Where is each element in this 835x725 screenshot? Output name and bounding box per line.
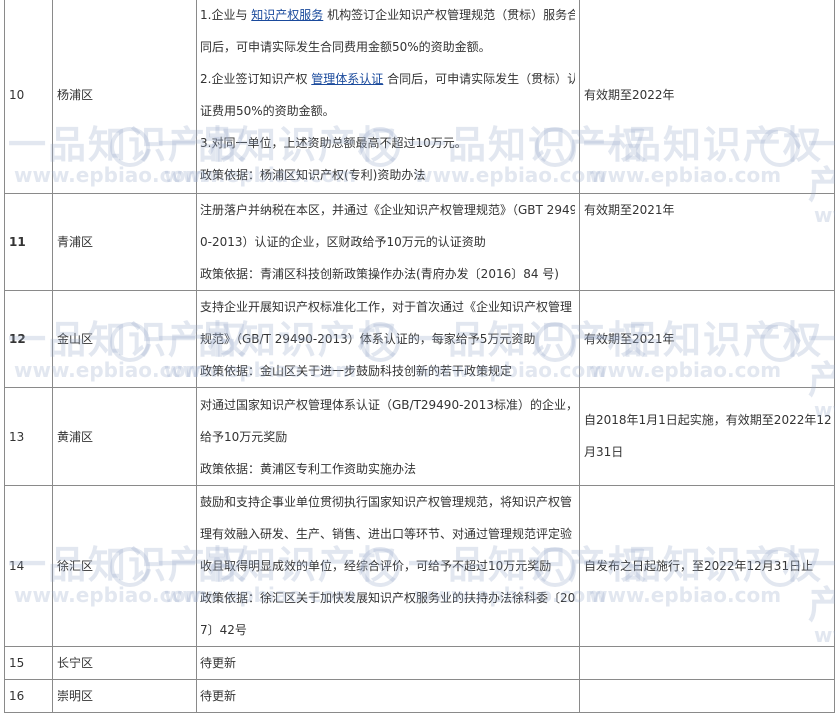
row-number: 16 (4, 679, 53, 713)
table-row: 13 黄浦区 对通过国家知识产权管理体系认证（GB/T29490-2013标准）的企… (4, 387, 835, 486)
description-text: 待更新 (200, 656, 237, 670)
description-line: 给予10万元奖励 (200, 421, 575, 453)
table-row: 14 徐汇区 鼓励和支持企事业单位贯彻执行国家知识产权管理规范，将知识产权管 理有效融… (4, 485, 835, 647)
validity-line: 月31日 (584, 445, 624, 459)
description-line: 2.企业签订知识产权 管理体系认证 合同后，可申请实际发生（贯标）认 (200, 63, 575, 95)
description-line: 3.对同一单位，上述资助总额最高不超过10万元。 (200, 127, 575, 159)
policy-description: 支持企业开展知识产权标准化工作，对于首次通过《企业知识产权管理 规范》（GB/T … (196, 290, 580, 388)
description-text: 支持企业开展知识产权标准化工作，对于首次通过《企业知识产权管理 (200, 300, 573, 314)
validity-period: 自2018年1月1日起实施，有效期至2022年12 月31日 (579, 387, 835, 486)
policy-description: 待更新 (196, 679, 580, 713)
row-number: 14 (4, 485, 53, 647)
description-text: 政策依据：金山区关于进一步鼓励科技创新的若干政策规定 (200, 364, 513, 378)
description-text: 鼓励和支持企事业单位贯彻执行国家知识产权管理规范，将知识产权管 (200, 495, 573, 509)
description-line: 鼓励和支持企事业单位贯彻执行国家知识产权管理规范，将知识产权管 (200, 486, 575, 518)
description-line: 7〕42号 (200, 614, 575, 646)
description-text: 给予10万元奖励 (200, 429, 288, 444)
district-name: 长宁区 (52, 646, 197, 680)
description-line: 支持企业开展知识产权标准化工作，对于首次通过《企业知识产权管理 (200, 291, 575, 323)
table-body: 10 杨浦区 1.企业与 知识产权服务 机构签订企业知识产权管理规范（贯标）服务合同… (4, 0, 835, 713)
description-line: 证费用50%的资助金额。 (200, 95, 575, 127)
description-line: 同后，可申请实际发生合同费用金额50%的资助金额。 (200, 31, 575, 63)
description-text: 理有效融入研发、生产、销售、进出口等环节、对通过管理规范评定验 (200, 527, 573, 541)
row-number: 13 (4, 387, 53, 486)
row-number: 10 (4, 0, 53, 194)
description-text: 合同后，可申请实际发生（贯标）认 (383, 72, 575, 86)
description-line: 待更新 (200, 680, 575, 712)
description-text: 证费用50%的资助金额。 (200, 104, 335, 118)
table-row: 12 金山区 支持企业开展知识产权标准化工作，对于首次通过《企业知识产权管理 规范》（… (4, 290, 835, 388)
policy-description: 鼓励和支持企事业单位贯彻执行国家知识产权管理规范，将知识产权管 理有效融入研发、生… (196, 485, 580, 647)
district-name: 金山区 (52, 290, 197, 388)
description-line: 收且取得明显成效的单位，经综合评价，可给予不超过10万元奖励 (200, 550, 575, 582)
description-text: 政策依据：青浦区科技创新政策操作办法(青府办发〔2016〕84 号) (200, 267, 559, 281)
policy-description: 注册落户并纳税在本区，并通过《企业知识产权管理规范》（GBT 2949 0-201… (196, 193, 580, 291)
description-line: 政策依据：青浦区科技创新政策操作办法(青府办发〔2016〕84 号) (200, 258, 575, 290)
table-row: 11 青浦区 注册落户并纳税在本区，并通过《企业知识产权管理规范》（GBT 2949… (4, 193, 835, 291)
description-line: 政策依据：杨浦区知识产权(专利)资助办法 (200, 159, 575, 191)
district-name: 崇明区 (52, 679, 197, 713)
keyword-link[interactable]: 知识产权服务 (251, 8, 323, 22)
validity-period (579, 646, 835, 680)
description-text: 政策依据：黄浦区专利工作资助实施办法 (200, 461, 417, 476)
table-row: 10 杨浦区 1.企业与 知识产权服务 机构签订企业知识产权管理规范（贯标）服务合同… (4, 0, 835, 194)
description-line: 理有效融入研发、生产、销售、进出口等环节、对通过管理规范评定验 (200, 518, 575, 550)
district-name: 杨浦区 (52, 0, 197, 194)
row-number: 15 (4, 646, 53, 680)
description-text: 机构签订企业知识产权管理规范（贯标）服务合 (323, 8, 575, 22)
description-line: 政策依据：金山区关于进一步鼓励科技创新的若干政策规定 (200, 355, 575, 387)
row-number: 11 (4, 193, 53, 291)
district-name: 黄浦区 (52, 387, 197, 486)
description-line: 注册落户并纳税在本区，并通过《企业知识产权管理规范》（GBT 2949 (200, 194, 575, 226)
validity-period: 自发布之日起施行，至2022年12月31日止 (579, 485, 835, 647)
row-number: 12 (4, 290, 53, 388)
description-line: 1.企业与 知识产权服务 机构签订企业知识产权管理规范（贯标）服务合 (200, 0, 575, 31)
validity-period: 有效期至2021年 (579, 193, 835, 291)
validity-period: 有效期至2021年 (579, 290, 835, 388)
description-text: 政策依据：徐汇区关于加快发展知识产权服务业的扶持办法徐科委〔201 (200, 591, 575, 605)
table-row: 16 崇明区 待更新 (4, 679, 835, 713)
description-line: 政策依据：徐汇区关于加快发展知识产权服务业的扶持办法徐科委〔201 (200, 582, 575, 614)
description-line: 政策依据：黄浦区专利工作资助实施办法 (200, 453, 575, 485)
description-text: 3.对同一单位，上述资助总额最高不超过10万元。 (200, 136, 467, 150)
district-policy-table: 10 杨浦区 1.企业与 知识产权服务 机构签订企业知识产权管理规范（贯标）服务合同… (4, 0, 835, 713)
description-line: 待更新 (200, 647, 575, 679)
description-line: 对通过国家知识产权管理体系认证（GB/T29490-2013标准）的企业， (200, 389, 575, 421)
policy-description: 待更新 (196, 646, 580, 680)
description-text: 0-2013）认证的企业，区财政给予10万元的认证资助 (200, 235, 486, 249)
district-name: 青浦区 (52, 193, 197, 291)
description-text: 收且取得明显成效的单位，经综合评价，可给予不超过10万元奖励 (200, 559, 552, 573)
description-text: 待更新 (200, 689, 237, 703)
description-text: 2.企业签订知识产权 (200, 72, 312, 86)
description-line: 0-2013）认证的企业，区财政给予10万元的认证资助 (200, 226, 575, 258)
description-text: 对通过国家知识产权管理体系认证（GB/T29490-2013标准）的企业， (200, 397, 575, 412)
validity-period: 有效期至2022年 (579, 0, 835, 194)
table-row: 15 长宁区 待更新 (4, 646, 835, 680)
description-text: 规范》（GB/T 29490-2013）体系认证的，每家给予5万元资助 (200, 332, 536, 346)
description-text: 注册落户并纳税在本区，并通过《企业知识产权管理规范》（GBT 2949 (200, 203, 575, 217)
description-text: 政策依据：杨浦区知识产权(专利)资助办法 (200, 168, 426, 182)
validity-line: 自2018年1月1日起实施，有效期至2022年12 (584, 413, 832, 427)
policy-description: 对通过国家知识产权管理体系认证（GB/T29490-2013标准）的企业， 给予1… (196, 387, 580, 486)
description-text: 同后，可申请实际发生合同费用金额50%的资助金额。 (200, 40, 491, 54)
description-line: 规范》（GB/T 29490-2013）体系认证的，每家给予5万元资助 (200, 323, 575, 355)
description-text: 1.企业与 (200, 8, 252, 22)
keyword-link[interactable]: 管理体系认证 (311, 72, 383, 86)
validity-period (579, 679, 835, 713)
district-name: 徐汇区 (52, 485, 197, 647)
policy-description: 1.企业与 知识产权服务 机构签订企业知识产权管理规范（贯标）服务合同后，可申请… (196, 0, 580, 194)
description-text: 7〕42号 (200, 623, 247, 637)
